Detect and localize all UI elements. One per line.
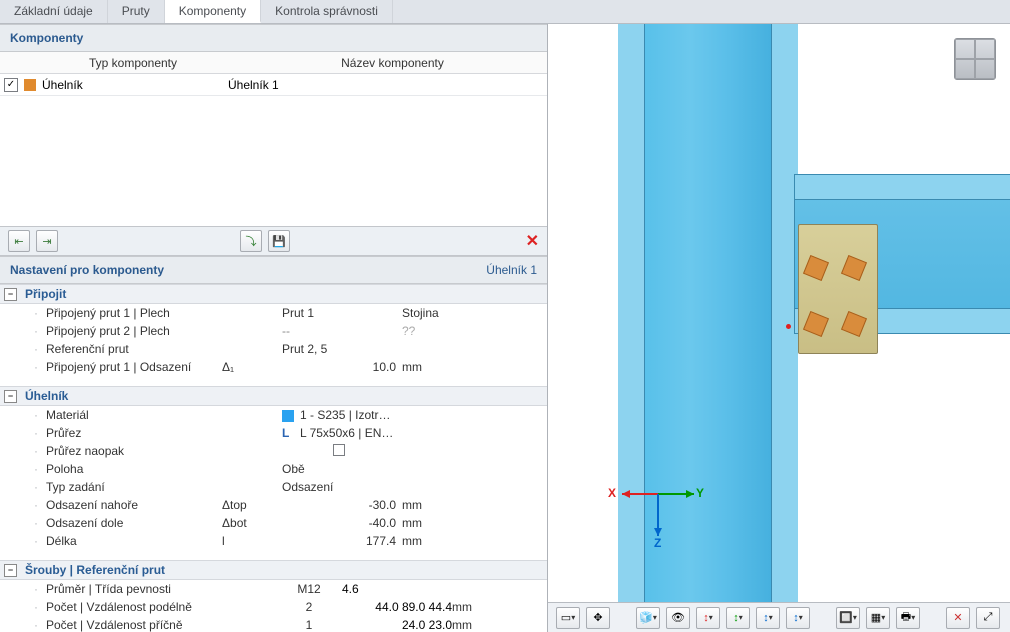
- tab-components[interactable]: Komponenty: [165, 0, 261, 23]
- properties-panel: −Připojit ·Připojený prut 1 | PlechPrut …: [0, 284, 547, 632]
- y-axis-button[interactable]: ↕: [726, 607, 750, 629]
- prop-row[interactable]: ·Připojený prut 2 | Plech--??: [0, 322, 547, 340]
- prop-row[interactable]: ·Počet | Vzdálenost podélně244.0 89.0 44…: [0, 598, 547, 616]
- col-type: Typ komponenty: [28, 56, 238, 70]
- render-button[interactable]: ▦: [866, 607, 890, 629]
- move-right-button[interactable]: ⇥: [36, 230, 58, 252]
- prop-row[interactable]: ·Typ zadáníOdsazení: [0, 478, 547, 496]
- select-mode-button[interactable]: ▭: [556, 607, 580, 629]
- origin-marker: [786, 324, 791, 329]
- print-button[interactable]: 🖶: [896, 607, 920, 629]
- prop-row[interactable]: ·Průměr | Třída pevnostiM124.6: [0, 580, 547, 598]
- z-axis-button[interactable]: ↕: [756, 607, 780, 629]
- reverse-checkbox[interactable]: [333, 444, 345, 456]
- move-left-button[interactable]: ⇤: [8, 230, 30, 252]
- right-panel: X Y Z ▭ ✥ 🧊 👁 ↕ ↕ ↕ ↕ 🔲 ▦ 🖶 ✕ ⤢: [548, 24, 1010, 632]
- axes-gizmo: X Y Z: [608, 450, 708, 550]
- delete-button[interactable]: ✕: [526, 231, 539, 251]
- components-table-header: Typ komponenty Název komponenty: [0, 52, 547, 74]
- tabs: Základní údaje Pruty Komponenty Kontrola…: [0, 0, 1010, 24]
- prop-row[interactable]: ·Odsazení doleΔbot-40.0mm: [0, 514, 547, 532]
- viewport-toolbar: ▭ ✥ 🧊 👁 ↕ ↕ ↕ ↕ 🔲 ▦ 🖶 ✕ ⤢: [548, 602, 1010, 632]
- prop-row[interactable]: ·Materiál1 - S235 | Izotropní | Lineárně…: [0, 406, 547, 424]
- prop-row[interactable]: ·Délkal177.4mm: [0, 532, 547, 550]
- row-name: Úhelník 1: [228, 78, 279, 92]
- view-button[interactable]: 🧊: [636, 607, 660, 629]
- prop-row[interactable]: ·Připojený prut 1 | OdsazeníΔ₁10.0mm: [0, 358, 547, 376]
- row-checkbox[interactable]: ✓: [4, 78, 18, 92]
- pick-button[interactable]: ✥: [586, 607, 610, 629]
- neg-z-button[interactable]: ↕: [786, 607, 810, 629]
- tab-basic[interactable]: Základní údaje: [0, 0, 108, 23]
- prop-row[interactable]: ·PolohaObě: [0, 460, 547, 478]
- expand-button[interactable]: ⤢: [976, 607, 1000, 629]
- display-button[interactable]: 🔲: [836, 607, 860, 629]
- 3d-viewport[interactable]: X Y Z: [548, 24, 1010, 602]
- prop-row[interactable]: ·Referenční prutPrut 2, 5: [0, 340, 547, 358]
- group-attach[interactable]: −Připojit: [0, 284, 547, 304]
- save-button[interactable]: 💾: [268, 230, 290, 252]
- prop-row[interactable]: ·Počet | Vzdálenost příčně124.0 23.0mm: [0, 616, 547, 632]
- tab-check[interactable]: Kontrola správnosti: [261, 0, 393, 23]
- row-type: Úhelník: [42, 78, 228, 92]
- left-panel: Komponenty Typ komponenty Název komponen…: [0, 24, 548, 632]
- prop-row[interactable]: ·Připojený prut 1 | PlechPrut 1Stojina: [0, 304, 547, 322]
- prop-row[interactable]: ·PrůřezLL 75x50x6 | EN 10056 | Macsteel: [0, 424, 547, 442]
- color-swatch: [24, 79, 36, 91]
- model-angle: [798, 224, 878, 354]
- material-swatch: [282, 410, 294, 422]
- import-button[interactable]: ⤵: [240, 230, 262, 252]
- component-row[interactable]: ✓ Úhelník Úhelník 1: [0, 74, 547, 96]
- nav-cube[interactable]: [954, 38, 996, 80]
- col-name: Název komponenty: [238, 56, 547, 70]
- section-icon: L: [282, 426, 294, 440]
- eye-button[interactable]: 👁: [666, 607, 690, 629]
- components-list-blank: [0, 96, 547, 226]
- x-axis-button[interactable]: ↕: [696, 607, 720, 629]
- tab-members[interactable]: Pruty: [108, 0, 165, 23]
- group-bolts[interactable]: −Šrouby | Referenční prut: [0, 560, 547, 580]
- settings-title: Nastavení pro komponenty Úhelník 1: [0, 256, 547, 284]
- prop-row[interactable]: ·Odsazení nahořeΔtop-30.0mm: [0, 496, 547, 514]
- reset-button[interactable]: ✕: [946, 607, 970, 629]
- prop-row[interactable]: ·Průřez naopak: [0, 442, 547, 460]
- components-title: Komponenty: [0, 24, 547, 52]
- components-toolbar: ⇤ ⇥ ⤵ 💾 ✕: [0, 226, 547, 256]
- group-angle[interactable]: −Úhelník: [0, 386, 547, 406]
